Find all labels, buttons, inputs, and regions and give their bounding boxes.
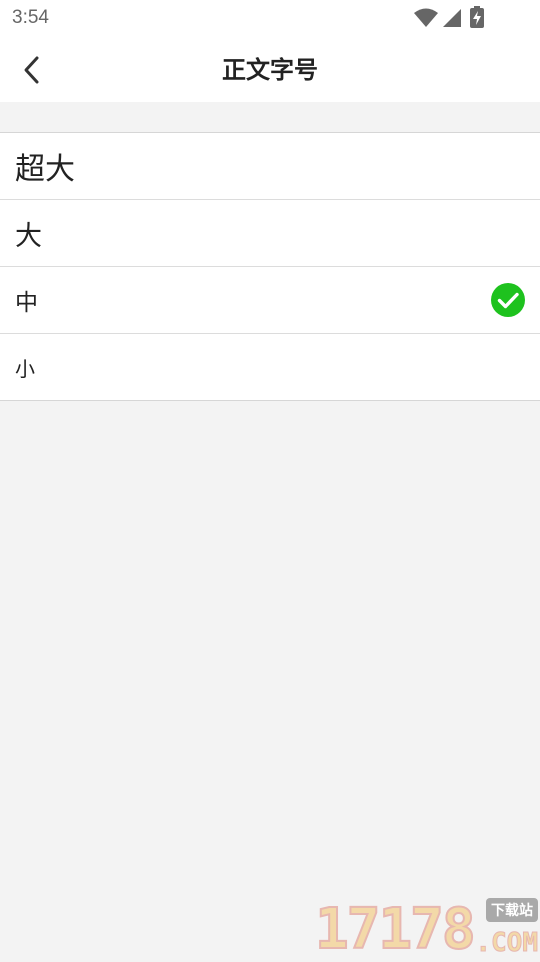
cellular-signal-icon xyxy=(443,9,461,27)
watermark-tag: 下载站 xyxy=(486,898,538,922)
option-large[interactable]: 大 xyxy=(0,200,540,267)
status-time: 3:54 xyxy=(12,7,49,28)
battery-charging-icon xyxy=(470,6,484,28)
option-label: 超大 xyxy=(15,152,75,187)
option-label: 大 xyxy=(15,220,42,252)
option-medium[interactable]: 中 xyxy=(0,267,540,334)
option-extra-large[interactable]: 超大 xyxy=(0,133,540,200)
option-label: 中 xyxy=(15,290,38,316)
back-button[interactable] xyxy=(10,48,54,92)
watermark-suffix: .COM xyxy=(475,928,539,959)
wifi-icon xyxy=(414,8,438,27)
page-title: 正文字号 xyxy=(222,56,318,84)
font-size-options-list: 超大 大 中 小 xyxy=(0,132,540,401)
app-header: 正文字号 xyxy=(0,38,540,102)
status-bar: 3:54 xyxy=(0,0,540,38)
chevron-left-icon xyxy=(24,56,39,84)
watermark-digits: 17178 xyxy=(314,897,477,962)
option-label: 小 xyxy=(15,356,35,381)
option-small[interactable]: 小 xyxy=(0,334,540,400)
watermark-logo: 17178 下载站 .COM xyxy=(314,897,540,962)
check-circle-icon xyxy=(491,283,525,317)
